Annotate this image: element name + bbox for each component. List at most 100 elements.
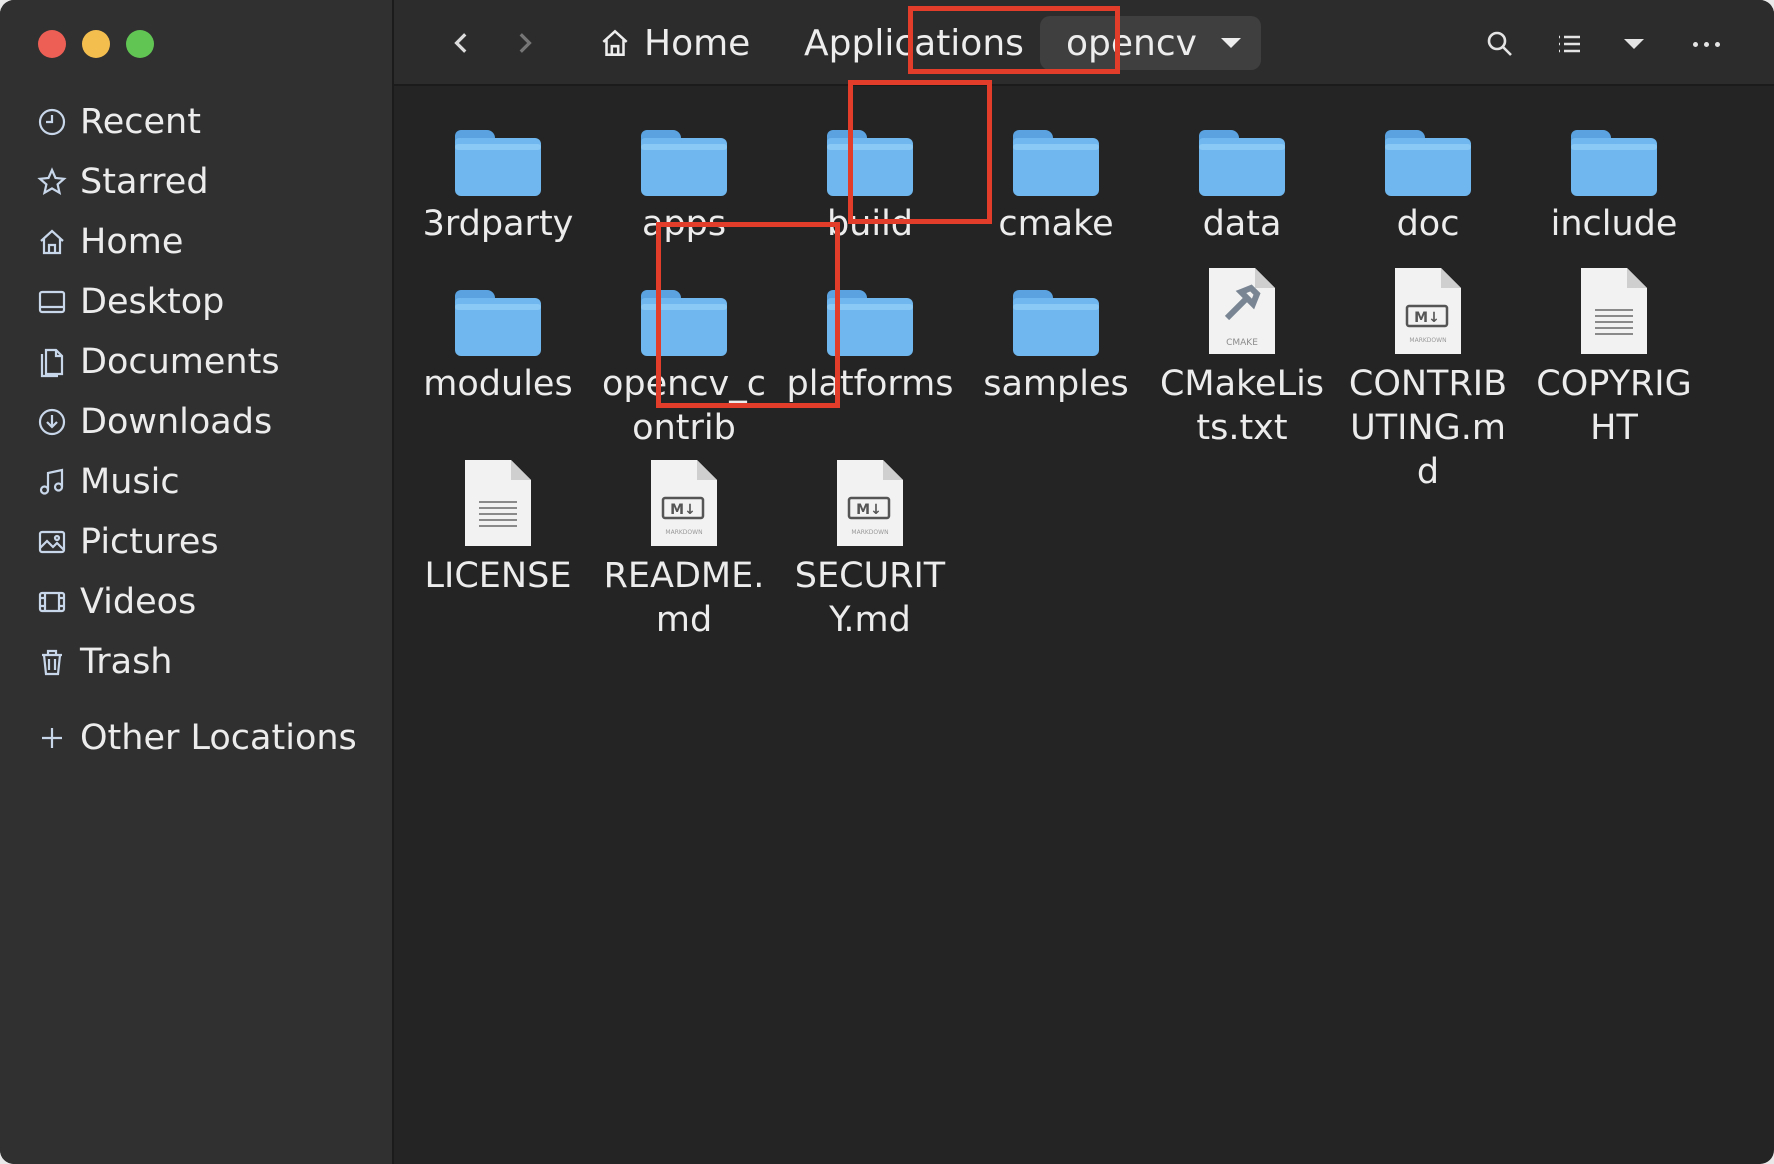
music-icon bbox=[34, 464, 70, 500]
folder-item[interactable]: doc bbox=[1342, 100, 1514, 246]
sidebar-item-label: Recent bbox=[80, 102, 201, 142]
folder-item[interactable]: modules bbox=[412, 260, 584, 406]
sidebar: Recent Starred Home Desktop Documents Do… bbox=[0, 0, 394, 1164]
folder-icon bbox=[636, 100, 732, 196]
zoom-window-button[interactable] bbox=[126, 30, 154, 58]
markdown-file-icon: M↓ MARKDOWN bbox=[1380, 260, 1476, 356]
more-options-button[interactable] bbox=[1684, 22, 1728, 66]
folder-icon bbox=[1380, 100, 1476, 196]
svg-text:M↓: M↓ bbox=[1414, 310, 1440, 326]
desktop-icon bbox=[34, 284, 70, 320]
home-icon bbox=[602, 29, 628, 56]
sidebar-item-desktop[interactable]: Desktop bbox=[0, 272, 392, 332]
file-name: include bbox=[1550, 204, 1678, 244]
text-file-icon bbox=[1566, 260, 1662, 356]
view-options-button[interactable] bbox=[1612, 22, 1656, 66]
file-grid: 3rdparty apps build cmake data doc inclu… bbox=[394, 80, 1774, 1164]
sidebar-item-music[interactable]: Music bbox=[0, 452, 392, 512]
file-name: doc bbox=[1396, 204, 1460, 244]
close-window-button[interactable] bbox=[38, 30, 66, 58]
folder-item[interactable]: include bbox=[1528, 100, 1700, 246]
file-item[interactable]: COPYRIGHT bbox=[1528, 260, 1700, 450]
file-item[interactable]: M↓ MARKDOWN README.md bbox=[598, 452, 770, 642]
videos-icon bbox=[34, 584, 70, 620]
folder-item[interactable]: data bbox=[1156, 100, 1328, 246]
file-name: samples bbox=[983, 364, 1129, 404]
file-name: apps bbox=[641, 204, 727, 244]
sidebar-item-label: Music bbox=[80, 462, 180, 502]
svg-text:MARKDOWN: MARKDOWN bbox=[665, 529, 702, 536]
file-name: README.md bbox=[603, 556, 765, 640]
file-item[interactable]: M↓ MARKDOWN CONTRIBUTING.md bbox=[1342, 260, 1514, 494]
file-name: modules bbox=[423, 364, 573, 404]
clock-icon bbox=[34, 104, 70, 140]
file-name: LICENSE bbox=[424, 556, 572, 596]
sidebar-item-label: Home bbox=[80, 222, 184, 262]
svg-text:M↓: M↓ bbox=[670, 502, 696, 518]
folder-item[interactable]: apps bbox=[598, 100, 770, 246]
chevron-left-icon bbox=[454, 33, 467, 53]
search-icon bbox=[1487, 31, 1512, 56]
header-bar: Home Applications opencv bbox=[394, 0, 1774, 86]
search-button[interactable] bbox=[1478, 22, 1522, 66]
file-item[interactable]: CMAKE CMakeLists.txt bbox=[1156, 260, 1328, 450]
pictures-icon bbox=[34, 524, 70, 560]
sidebar-item-label: Starred bbox=[80, 162, 209, 202]
sidebar-item-label: Videos bbox=[80, 582, 197, 622]
text-file-icon bbox=[450, 452, 546, 548]
folder-icon bbox=[1008, 260, 1104, 356]
file-item[interactable]: LICENSE bbox=[412, 452, 584, 598]
sidebar-item-recent[interactable]: Recent bbox=[0, 92, 392, 152]
file-manager-window: Recent Starred Home Desktop Documents Do… bbox=[0, 0, 1774, 1164]
file-name: 3rdparty bbox=[422, 204, 574, 244]
sidebar-item-documents[interactable]: Documents bbox=[0, 332, 392, 392]
folder-item[interactable]: samples bbox=[970, 260, 1142, 406]
home-icon bbox=[34, 224, 70, 260]
trash-icon bbox=[34, 644, 70, 680]
sidebar-item-downloads[interactable]: Downloads bbox=[0, 392, 392, 452]
sidebar-item-label: Trash bbox=[80, 642, 173, 682]
file-name: platforms bbox=[786, 364, 954, 404]
breadcrumb-current-folder[interactable]: opencv bbox=[1040, 16, 1261, 70]
folder-item[interactable]: opencv_contrib bbox=[598, 260, 770, 450]
sidebar-item-other-locations[interactable]: Other Locations bbox=[0, 708, 392, 768]
forward-button[interactable] bbox=[502, 20, 546, 66]
markdown-file-icon: M↓ MARKDOWN bbox=[636, 452, 732, 548]
breadcrumb-label: opencv bbox=[1066, 22, 1197, 64]
file-name: CONTRIBUTING.md bbox=[1348, 364, 1508, 492]
breadcrumb-home[interactable]: Home bbox=[598, 18, 750, 68]
folder-item[interactable]: 3rdparty bbox=[412, 100, 584, 246]
sidebar-item-label: Desktop bbox=[80, 282, 225, 322]
file-name: SECURITY.md bbox=[794, 556, 946, 640]
folder-item[interactable]: platforms bbox=[784, 260, 956, 406]
back-button[interactable] bbox=[440, 20, 484, 66]
minimize-window-button[interactable] bbox=[82, 30, 110, 58]
list-view-button[interactable] bbox=[1548, 22, 1592, 66]
sidebar-item-label: Pictures bbox=[80, 522, 219, 562]
sidebar-item-starred[interactable]: Starred bbox=[0, 152, 392, 212]
folder-item[interactable]: cmake bbox=[970, 100, 1142, 246]
sidebar-places: Recent Starred Home Desktop Documents Do… bbox=[0, 92, 392, 768]
folder-item[interactable]: build bbox=[784, 100, 956, 246]
more-options-icon bbox=[1692, 41, 1720, 47]
svg-text:MARKDOWN: MARKDOWN bbox=[1409, 337, 1446, 344]
folder-icon bbox=[822, 260, 918, 356]
svg-text:M↓: M↓ bbox=[856, 502, 882, 518]
cmake-file-icon: CMAKE bbox=[1194, 260, 1290, 356]
list-view-icon bbox=[1559, 35, 1580, 53]
file-item[interactable]: M↓ MARKDOWN SECURITY.md bbox=[784, 452, 956, 642]
sidebar-item-label: Documents bbox=[80, 342, 280, 382]
plus-icon bbox=[34, 720, 70, 756]
file-name: CMakeLists.txt bbox=[1159, 364, 1325, 448]
sidebar-item-trash[interactable]: Trash bbox=[0, 632, 392, 692]
folder-icon bbox=[822, 100, 918, 196]
folder-icon bbox=[636, 260, 732, 356]
file-name: cmake bbox=[998, 204, 1114, 244]
sidebar-item-home[interactable]: Home bbox=[0, 212, 392, 272]
sidebar-item-videos[interactable]: Videos bbox=[0, 572, 392, 632]
sidebar-item-label: Other Locations bbox=[80, 718, 357, 758]
view-options-icon bbox=[1624, 39, 1644, 49]
svg-text:MARKDOWN: MARKDOWN bbox=[851, 529, 888, 536]
breadcrumb-applications[interactable]: Applications bbox=[804, 18, 1024, 68]
sidebar-item-pictures[interactable]: Pictures bbox=[0, 512, 392, 572]
